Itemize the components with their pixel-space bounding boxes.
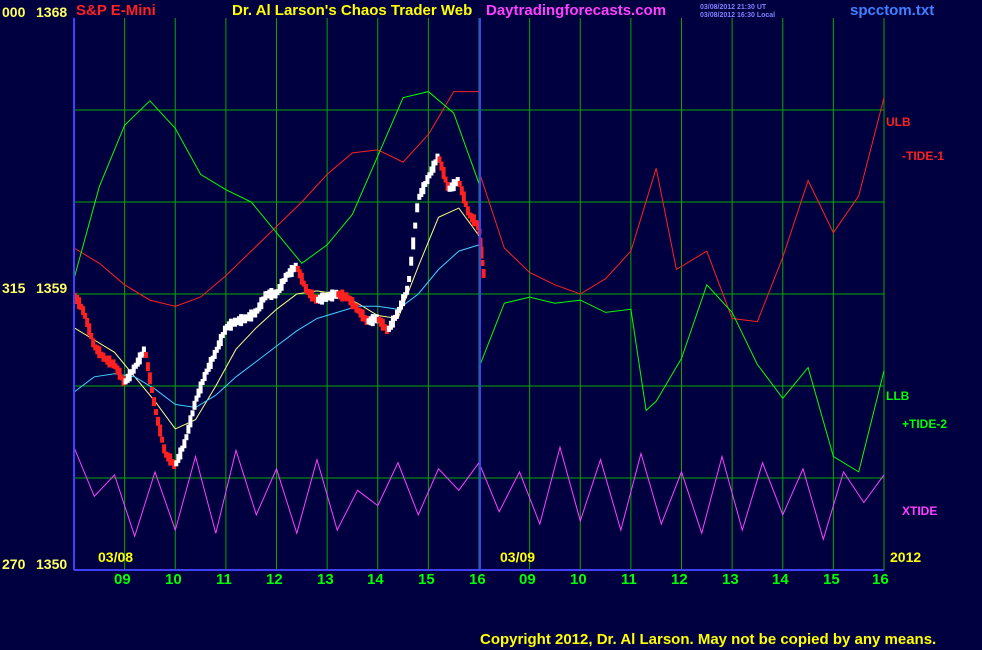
timestamp-ut: 03/08/2012 21:30 UT <box>700 4 767 11</box>
price-bar-up <box>188 415 193 428</box>
price-bar-up <box>409 256 414 266</box>
legend-tide2: +TIDE-2 <box>902 417 948 431</box>
y-label-bottom-left: 270 <box>2 556 26 572</box>
price-bar-down <box>457 180 462 187</box>
copyright: Copyright 2012, Dr. Al Larson. May not b… <box>480 631 937 648</box>
price-bar-down <box>152 397 156 407</box>
x-tick: 12 <box>671 571 688 588</box>
x-tick: 15 <box>418 571 435 588</box>
price-bar-up <box>411 237 416 250</box>
price-bar-up <box>192 400 197 410</box>
symbol-label: S&P E-Mini <box>76 2 156 19</box>
price-bar-down <box>150 387 154 393</box>
price-bar-down <box>143 352 148 358</box>
price-bar-up <box>405 285 410 295</box>
x-tick: 16 <box>872 571 889 588</box>
file-label: spcctom.txt <box>850 2 935 19</box>
price-bar-down <box>443 176 448 183</box>
chart <box>73 18 885 571</box>
x-tick: 11 <box>621 571 637 588</box>
price-bar-down <box>160 436 165 443</box>
x-tick: 16 <box>469 571 486 588</box>
price-bar-down <box>437 156 442 163</box>
price-bar-up <box>184 434 189 441</box>
price-bar-down <box>158 424 163 437</box>
legend-tide1: -TIDE-1 <box>902 149 944 163</box>
price-bar-up <box>415 203 420 213</box>
price-bar-up <box>413 222 418 229</box>
date-label-left: 03/08 <box>98 549 134 565</box>
page-title: Dr. Al Larson's Chaos Trader Web <box>232 2 473 19</box>
x-tick: 09 <box>519 571 536 588</box>
x-tick: 14 <box>772 571 789 588</box>
y-label-mid-right: 1359 <box>36 280 68 296</box>
x-tick: 13 <box>317 571 334 588</box>
site-label: Daytradingforecasts.com <box>486 2 667 19</box>
date-label-right: 03/09 <box>500 549 536 565</box>
x-tick: 11 <box>216 571 232 588</box>
legend-ulb: ULB <box>886 115 911 129</box>
legend-xtide: XTIDE <box>902 504 938 518</box>
y-label-top-left: 000 <box>2 4 26 20</box>
x-tick: 13 <box>722 571 739 588</box>
y-label-mid-left: 315 <box>2 280 26 296</box>
price-bar-down <box>147 372 152 385</box>
price-bar-down <box>83 312 88 319</box>
x-tick: 10 <box>570 571 587 588</box>
price-bar-down <box>154 409 158 416</box>
price-bar-down <box>145 362 150 372</box>
year-label: 2012 <box>890 549 922 565</box>
x-tick: 09 <box>114 571 131 588</box>
price-bar-down <box>480 260 485 266</box>
x-tick: 12 <box>266 571 283 588</box>
price-bar-down <box>89 333 94 339</box>
price-bar-down <box>481 269 486 278</box>
y-label-bottom-right: 1350 <box>36 556 68 572</box>
price-bar-up <box>407 276 412 282</box>
price-bar-up <box>182 439 187 449</box>
price-bar-up <box>190 410 195 417</box>
x-tick: 15 <box>823 571 840 588</box>
timestamp-local: 03/08/2012 16:30 Local <box>700 12 776 19</box>
x-tick: 14 <box>367 571 384 588</box>
y-label-top-right: 1368 <box>36 4 68 20</box>
legend-llb: LLB <box>886 389 910 403</box>
x-tick: 10 <box>165 571 182 588</box>
price-bar-down <box>156 416 160 426</box>
price-bar-down <box>463 201 468 208</box>
